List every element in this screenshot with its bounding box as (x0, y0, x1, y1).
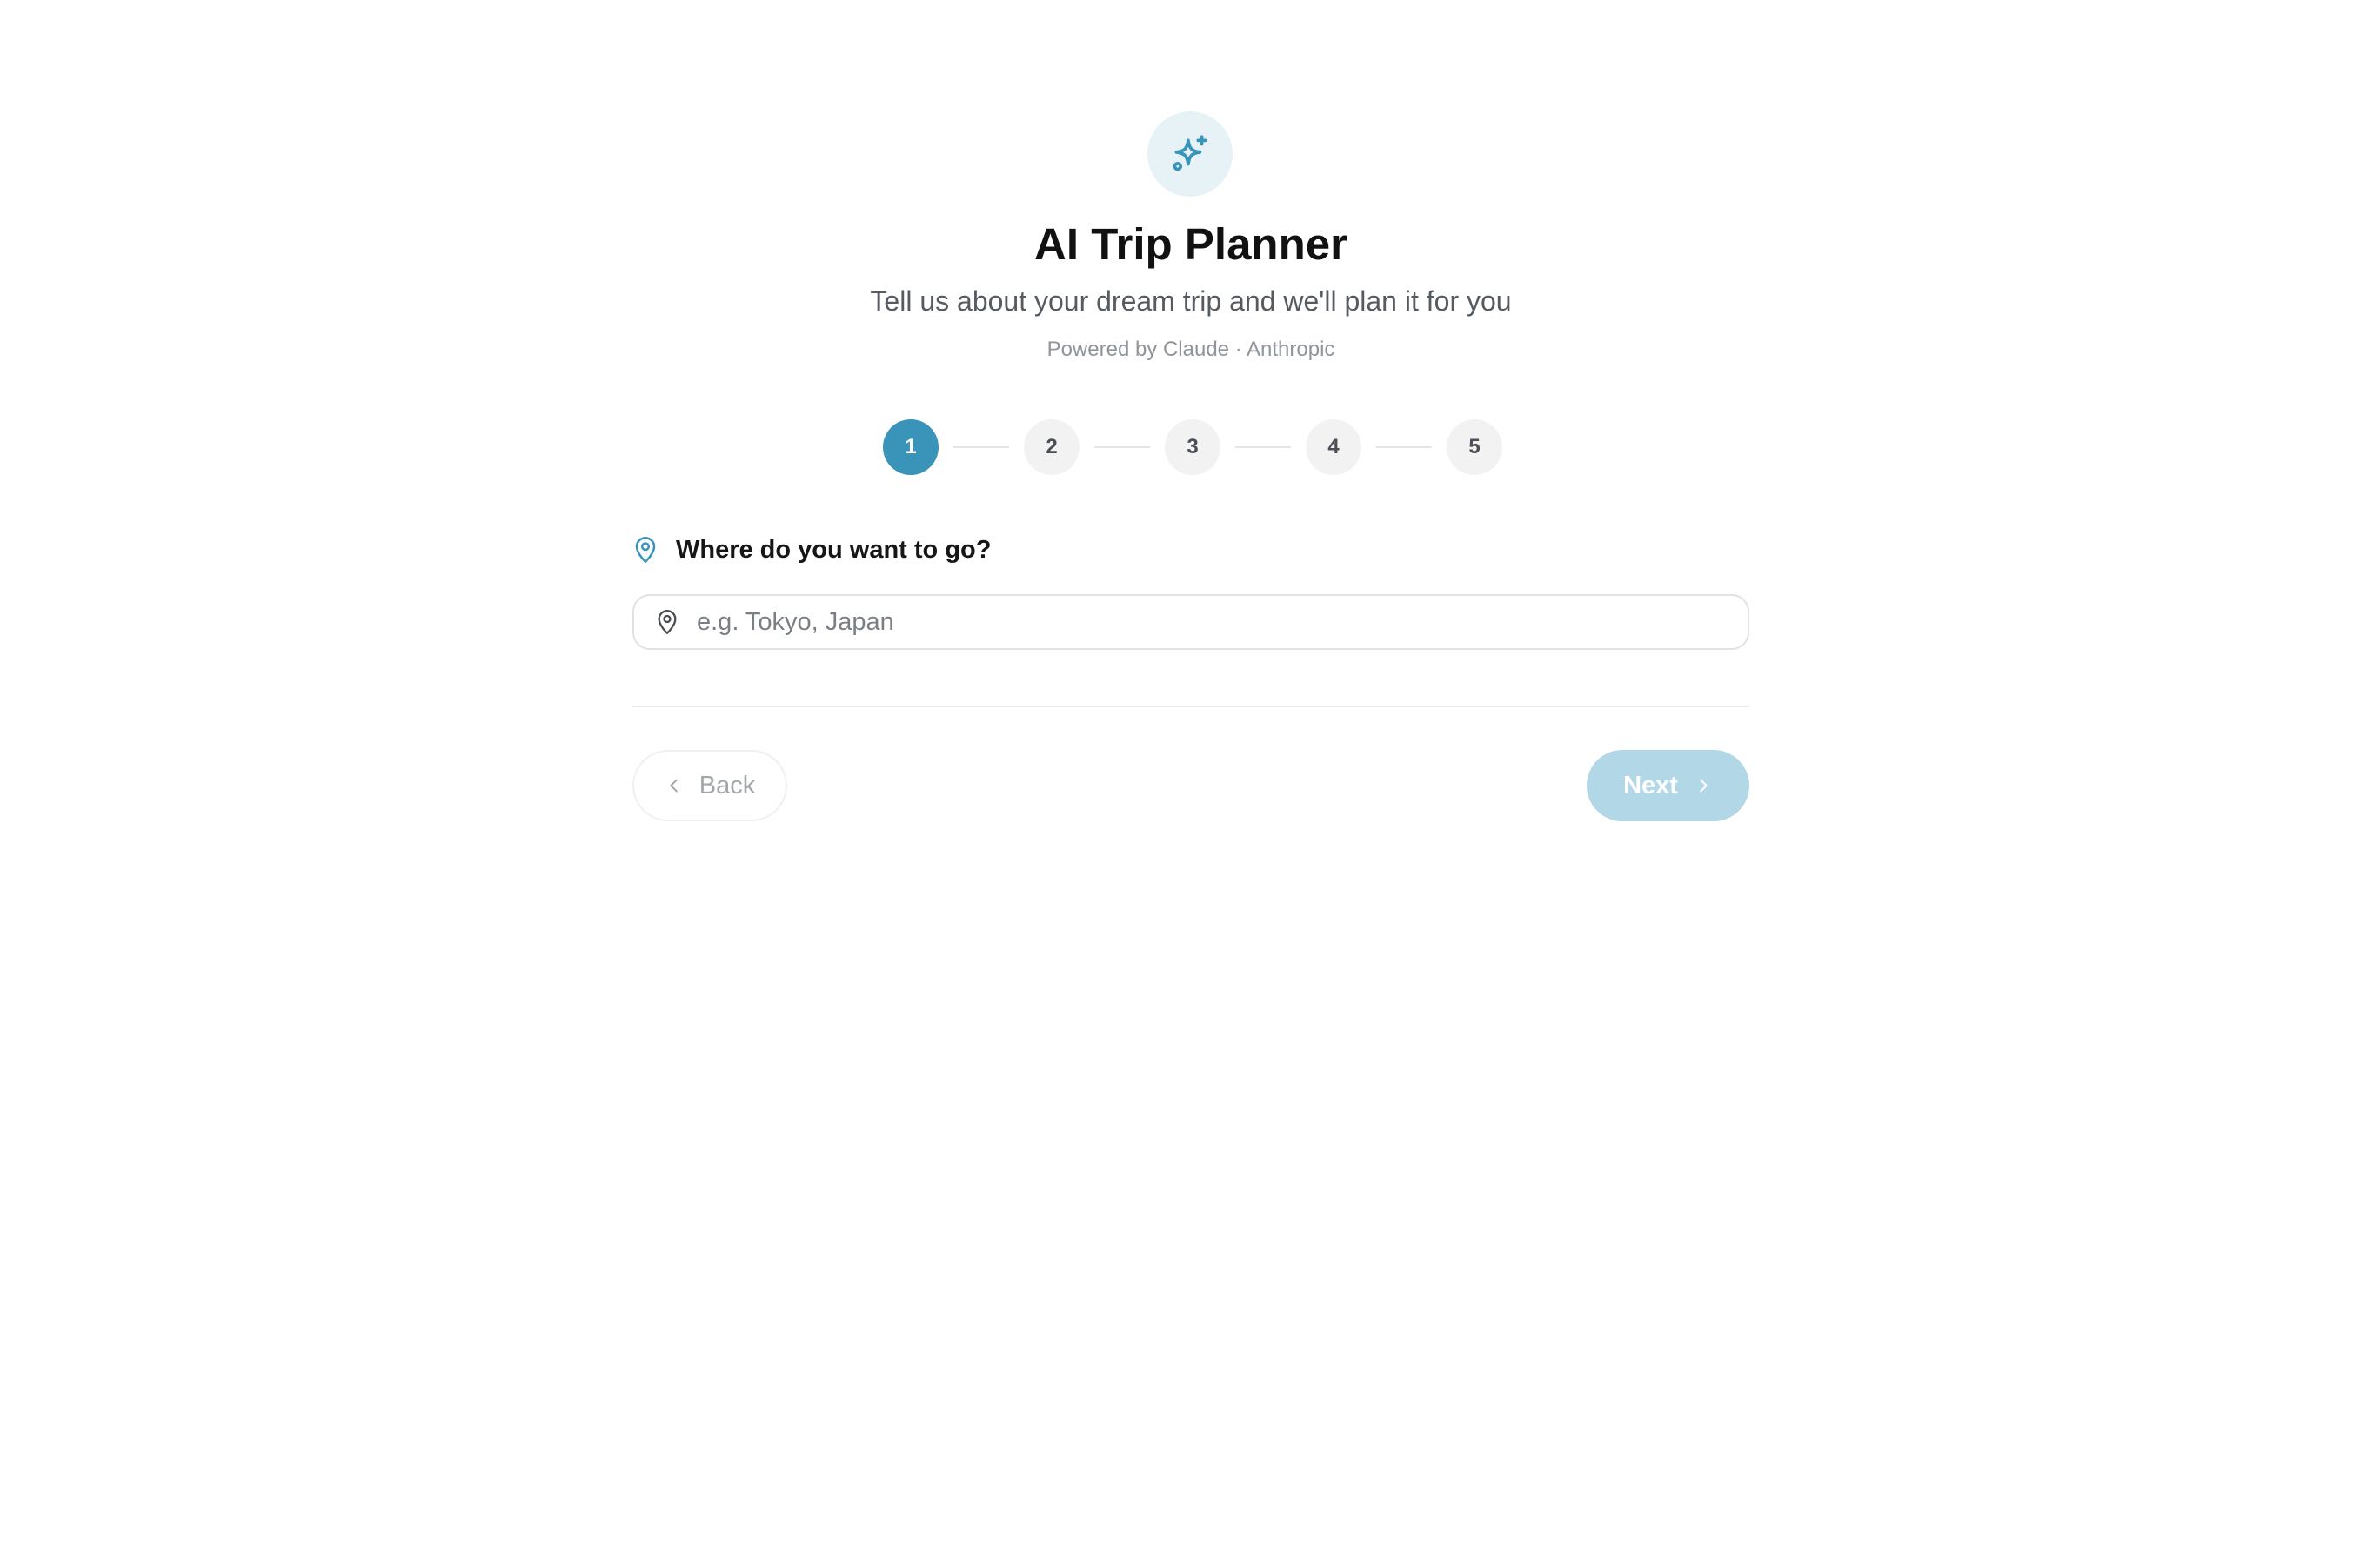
page-subtitle: Tell us about your dream trip and we'll … (870, 285, 1512, 317)
map-pin-icon (655, 608, 679, 636)
step-connector (953, 446, 1009, 448)
destination-input[interactable] (695, 606, 1708, 638)
step-4: 4 (1306, 419, 1361, 475)
map-pin-icon (632, 535, 659, 565)
chevron-left-icon (665, 776, 684, 795)
step-2: 2 (1024, 419, 1080, 475)
next-button[interactable]: Next (1587, 750, 1749, 821)
step-3: 3 (1165, 419, 1220, 475)
step-connector (1094, 446, 1150, 448)
back-button[interactable]: Back (632, 750, 787, 821)
next-button-label: Next (1623, 771, 1678, 800)
destination-question: Where do you want to go? (632, 532, 991, 567)
step-indicator: 1 2 3 4 5 (883, 419, 1502, 475)
back-button-label: Back (699, 771, 756, 800)
chevron-right-icon (1694, 776, 1713, 795)
destination-input-wrapper[interactable] (632, 594, 1749, 650)
page-title: AI Trip Planner (1034, 219, 1347, 269)
powered-by-text: Powered by Claude · Anthropic (1046, 338, 1335, 361)
question-label: Where do you want to go? (676, 535, 992, 564)
step-1: 1 (883, 419, 939, 475)
step-connector (1235, 446, 1291, 448)
page: AI Trip Planner Tell us about your dream… (0, 0, 2380, 1566)
step-connector (1376, 446, 1432, 448)
form-divider (632, 706, 1749, 707)
sparkles-icon (1147, 111, 1233, 197)
step-5: 5 (1447, 419, 1502, 475)
